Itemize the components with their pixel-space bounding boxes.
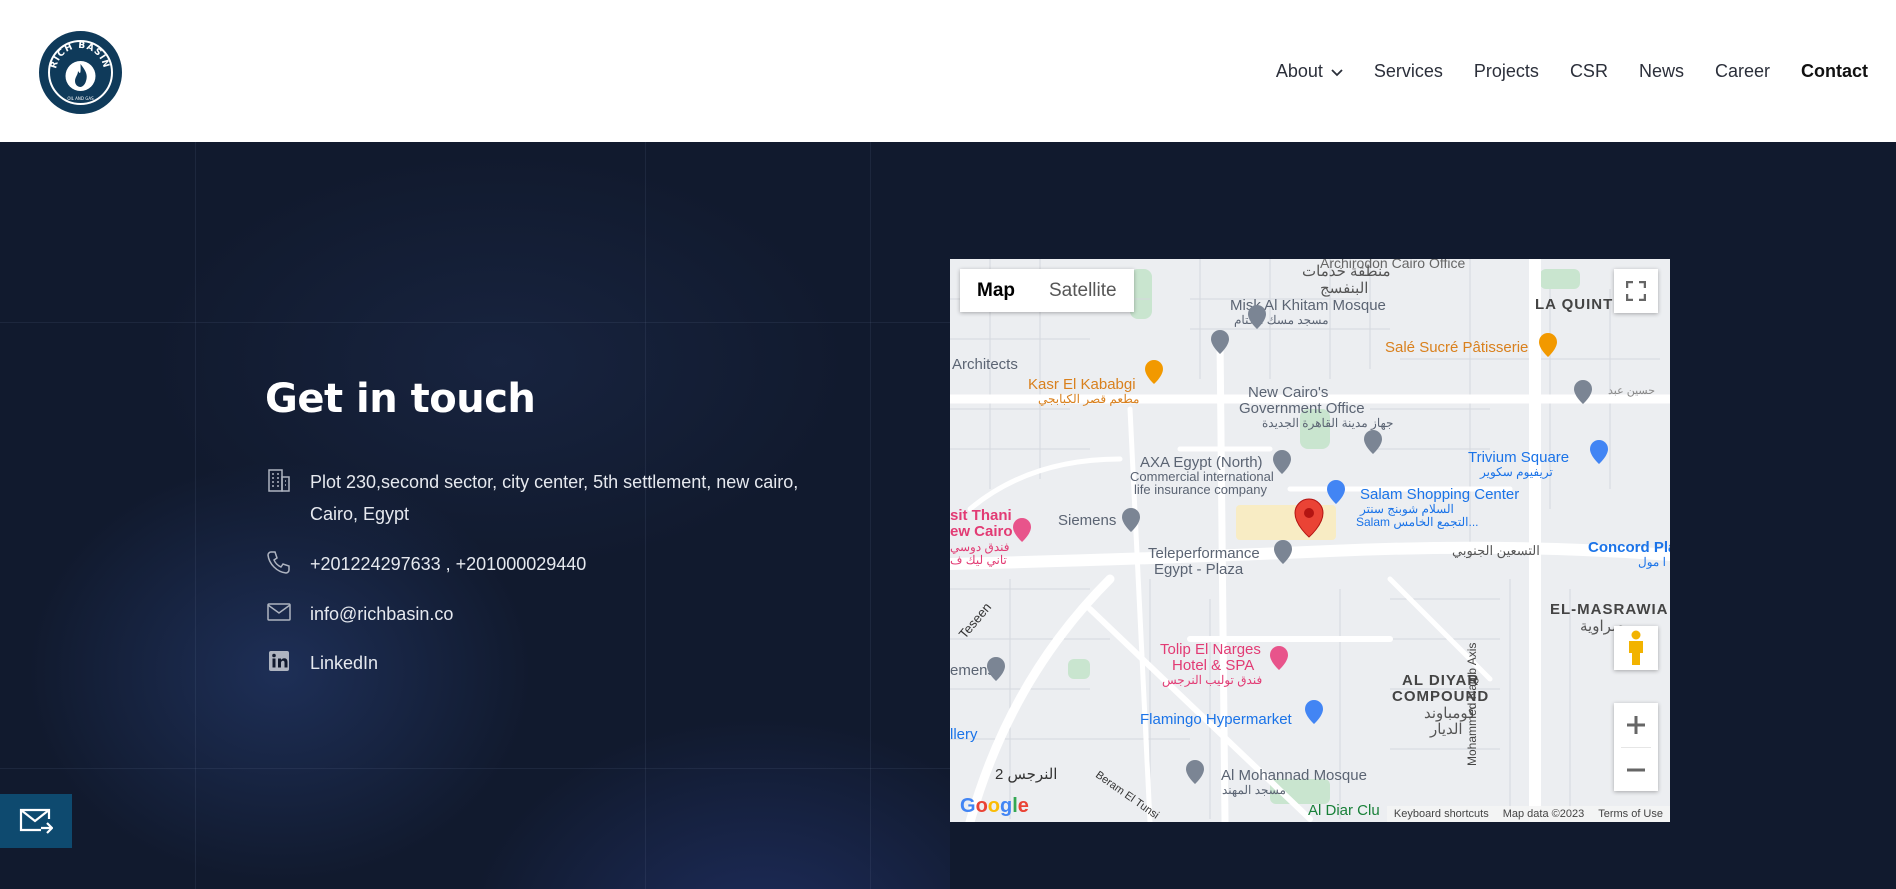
nav-contact[interactable]: Contact <box>1801 61 1868 82</box>
email-link[interactable]: info@richbasin.co <box>310 598 453 630</box>
grid-line <box>0 768 950 769</box>
rich-basin-logo[interactable]: RICH BASIN OIL AND GAS <box>39 31 122 114</box>
email-row: info@richbasin.co <box>265 598 453 630</box>
contact-mail-button[interactable] <box>0 794 72 848</box>
zoom-in-button[interactable] <box>1625 703 1647 747</box>
phone-text[interactable]: +201224297633 , +201000029440 <box>310 548 586 580</box>
nav-news[interactable]: News <box>1639 61 1684 82</box>
nav-services[interactable]: Services <box>1374 61 1443 82</box>
address-text: Plot 230,second sector, city center, 5th… <box>310 466 798 530</box>
page-title: Get in touch <box>265 376 536 422</box>
address-row: Plot 230,second sector, city center, 5th… <box>265 466 798 530</box>
nav-about-label: About <box>1275 60 1323 81</box>
linkedin-row: LinkedIn <box>265 647 378 679</box>
mail-icon <box>265 598 293 626</box>
pegman-icon <box>1629 630 1643 665</box>
main-nav: About Services Projects CSR News Career … <box>1245 56 1868 86</box>
mail-send-icon <box>19 808 53 834</box>
keyboard-shortcuts-link[interactable]: Keyboard shortcuts <box>1387 808 1496 820</box>
map-type-map-button[interactable]: Map <box>960 269 1032 312</box>
address-line2: Cairo, Egypt <box>310 504 410 524</box>
grid-line <box>0 322 950 323</box>
terms-of-use-link[interactable]: Terms of Use <box>1591 808 1670 820</box>
address-line1: Plot 230,second sector, city center, 5th… <box>310 472 799 492</box>
nav-projects[interactable]: Projects <box>1474 61 1539 82</box>
map-pins <box>987 305 1608 784</box>
google-map[interactable]: Archirodon Cairo Office منطقة خدمات البن… <box>950 259 1670 822</box>
linkedin-link[interactable]: LinkedIn <box>310 647 378 679</box>
plus-icon <box>1627 716 1645 734</box>
google-logo[interactable]: Google <box>960 795 1029 818</box>
poi-pin-icon <box>987 305 1608 784</box>
phone-icon <box>265 548 293 576</box>
building-icon <box>265 466 293 494</box>
phone-row: +201224297633 , +201000029440 <box>265 548 586 580</box>
minus-icon <box>1627 768 1645 771</box>
map-type-toggle: Map Satellite <box>960 269 1134 312</box>
contact-section: Get in touch Plot 230,second sector, cit… <box>0 142 1896 889</box>
map-type-satellite-button[interactable]: Satellite <box>1032 269 1134 312</box>
street-view-pegman-button[interactable] <box>1614 626 1658 670</box>
nav-csr[interactable]: CSR <box>1570 61 1608 82</box>
svg-text:OIL AND GAS: OIL AND GAS <box>67 96 94 101</box>
zoom-controls <box>1614 703 1658 791</box>
fullscreen-icon <box>1626 281 1646 301</box>
fullscreen-button[interactable] <box>1614 269 1658 313</box>
location-marker-icon <box>1294 498 1324 538</box>
map-attribution: Keyboard shortcuts Map data ©2023 Terms … <box>1386 806 1670 822</box>
logo-flame-icon: RICH BASIN OIL AND GAS <box>49 41 110 101</box>
nav-career[interactable]: Career <box>1715 61 1770 82</box>
chevron-down-icon <box>1331 61 1343 82</box>
nav-about[interactable]: About <box>1276 61 1343 82</box>
grid-line <box>870 142 871 889</box>
grid-line <box>195 142 196 889</box>
zoom-out-button[interactable] <box>1625 748 1647 791</box>
site-header: RICH BASIN OIL AND GAS About Services Pr… <box>0 0 1896 142</box>
linkedin-icon <box>265 647 293 675</box>
map-data-text: Map data ©2023 <box>1502 808 1585 820</box>
